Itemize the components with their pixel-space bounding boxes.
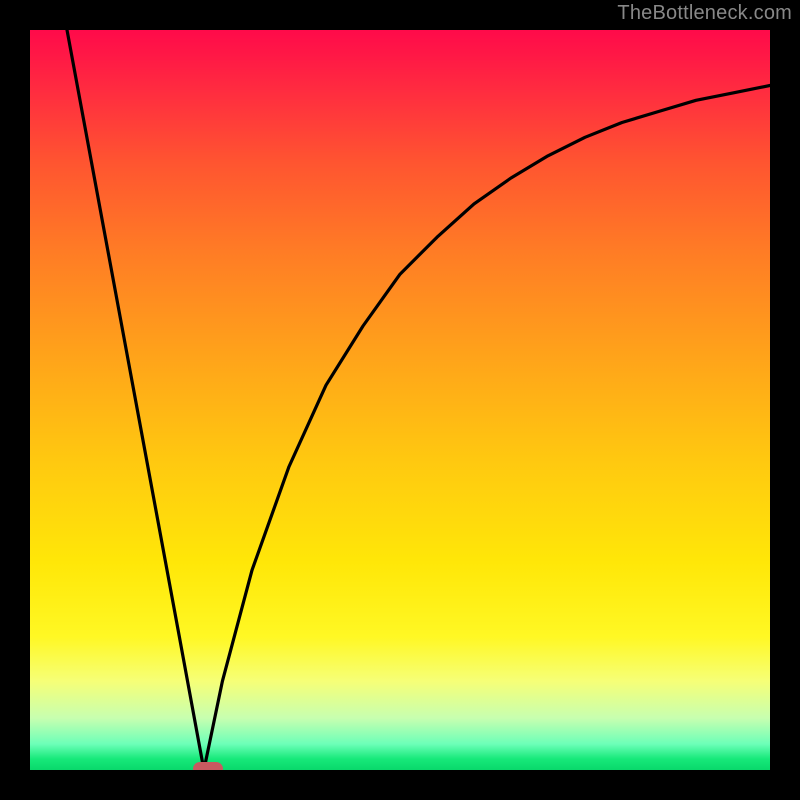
curve-path <box>67 30 770 770</box>
watermark: TheBottleneck.com <box>617 2 792 25</box>
plot-area <box>30 30 770 770</box>
optimal-marker <box>193 762 223 770</box>
bottleneck-curve <box>30 30 770 770</box>
